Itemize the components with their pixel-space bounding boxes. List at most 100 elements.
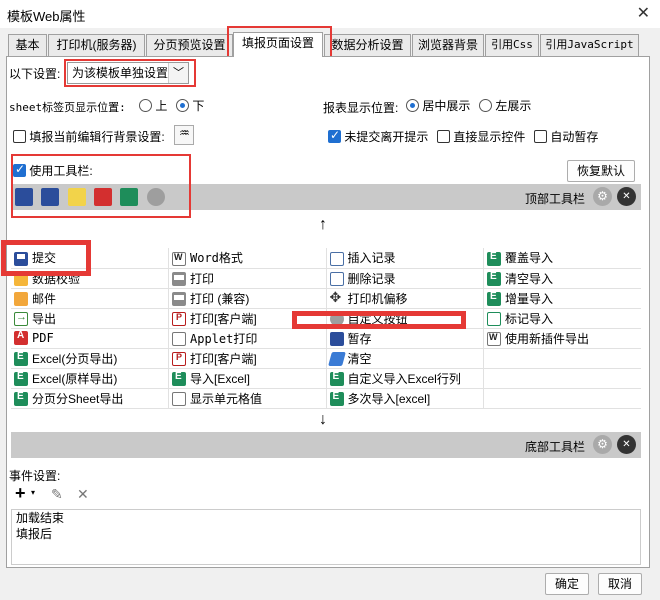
tab-printer-server[interactable]: 打印机(服务器): [48, 34, 145, 56]
tab-browser-bg[interactable]: 浏览器背景: [412, 34, 484, 56]
bottom-toolbar-gear-icon[interactable]: ⚙: [593, 435, 612, 454]
tab-basic[interactable]: 基本: [8, 34, 47, 56]
autosave-label: 自动暂存: [550, 130, 599, 144]
sheet-bottom-radio[interactable]: [176, 99, 189, 112]
move-down-icon[interactable]: ↓: [319, 411, 327, 429]
grid-cell[interactable]: Word格式: [168, 248, 327, 269]
grid-cell-label: 清空: [347, 351, 372, 366]
tab-ref-css[interactable]: 引用Css: [485, 34, 539, 56]
grid-cell-label: 打印[客户端]: [190, 311, 257, 326]
grid-cell[interactable]: 清空导入: [483, 268, 641, 289]
delete-event-icon[interactable]: ✕: [77, 486, 89, 503]
add-event-icon[interactable]: +: [15, 483, 26, 504]
grid-cell[interactable]: 显示单元格值: [168, 388, 327, 409]
edit-event-icon[interactable]: ✎: [51, 486, 63, 503]
grid-cell[interactable]: 邮件: [11, 288, 169, 309]
bottom-toolbar-band: 底部工具栏 ⚙ ✕: [11, 432, 641, 458]
close-icon[interactable]: ✕: [637, 3, 650, 23]
top-toolbar-gear-icon[interactable]: ⚙: [593, 187, 612, 206]
grid-cell[interactable]: 自定义导入Excel行列: [326, 368, 484, 389]
grid-cell[interactable]: 多次导入[excel]: [326, 388, 484, 409]
bottom-toolbar-remove-icon[interactable]: ✕: [617, 435, 636, 454]
direct-control-option[interactable]: 直接显示控件: [437, 128, 525, 145]
grid-cell[interactable]: 使用新插件导出: [483, 328, 641, 349]
grid-cell[interactable]: 打印机偏移: [326, 288, 484, 309]
move-up-icon[interactable]: ↑: [319, 216, 327, 234]
grid-cell[interactable]: 增量导入: [483, 288, 641, 309]
fill-bg-picker-icon[interactable]: ♒: [174, 125, 194, 145]
insert-icon: [329, 252, 344, 267]
grid-cell[interactable]: 打印[客户端]: [168, 348, 327, 369]
direct-control-checkbox[interactable]: [437, 130, 450, 143]
fill-bg-checkbox[interactable]: [13, 130, 26, 143]
excel-icon: [172, 371, 186, 387]
grid-cell[interactable]: PDF: [11, 328, 169, 349]
grid-cell-label: 清空导入: [505, 271, 554, 286]
tab-ref-js[interactable]: 引用JavaScript: [540, 34, 639, 56]
mark-icon: [487, 312, 501, 327]
highlight-toolbar: [11, 154, 191, 218]
highlight-submit: [1, 240, 91, 276]
table-row: 数据校验打印删除记录清空导入: [11, 268, 641, 289]
center-option[interactable]: 居中展示: [406, 97, 470, 114]
restore-default-button[interactable]: 恢复默认: [567, 160, 635, 182]
center-radio[interactable]: [406, 99, 419, 112]
grid-cell[interactable]: Excel(分页导出): [11, 348, 169, 369]
unsubmit-leave-option[interactable]: 未提交离开提示: [328, 128, 428, 145]
redprint-icon: [172, 312, 186, 327]
grid-cell[interactable]: Applet打印: [168, 328, 327, 349]
grid-cell[interactable]: 导出: [11, 308, 169, 329]
cancel-button[interactable]: 取消: [598, 573, 642, 595]
grid-cell[interactable]: 清空: [326, 348, 484, 369]
table-row: 邮件 打印 (兼容) 打印机偏移 增量导入: [11, 288, 641, 309]
excel-icon: [329, 391, 344, 407]
grid-cell-label: 导出: [32, 311, 57, 326]
highlight-custom-button: [292, 311, 466, 329]
grid-cell[interactable]: 插入记录: [326, 248, 484, 269]
grid-cell[interactable]: 分页分Sheet导出: [11, 388, 169, 409]
tab-page-preview[interactable]: 分页预览设置: [146, 34, 233, 56]
ok-button[interactable]: 确定: [545, 573, 589, 595]
grid-cell-label: 删除记录: [347, 271, 396, 286]
highlight-scope: [64, 59, 196, 87]
grid-cell-label: 打印[客户端]: [190, 351, 257, 366]
event-item[interactable]: 加载结束: [12, 510, 640, 526]
grid-cell[interactable]: 暂存: [326, 328, 484, 349]
excel-icon: [14, 371, 28, 387]
autosave-checkbox[interactable]: [534, 130, 547, 143]
grid-cell[interactable]: 标记导入: [483, 308, 641, 329]
sheet-bottom-option[interactable]: 下: [176, 97, 204, 114]
grid-cell-label: PDF: [32, 330, 54, 345]
tab-panel: 以下设置: 为该模板单独设置 ﹀ sheet标签页显示位置: 上 下 报表显示位…: [1, 56, 650, 568]
sheet-top-option[interactable]: 上: [139, 97, 167, 114]
left-radio[interactable]: [479, 99, 492, 112]
grid-cell[interactable]: Excel(原样导出): [11, 368, 169, 389]
print-icon: [172, 272, 186, 287]
fill-bg-option[interactable]: 填报当前编辑行背景设置:: [13, 128, 165, 145]
grid-cell-label: Excel(分页导出): [32, 351, 118, 366]
unsubmit-leave-checkbox[interactable]: [328, 128, 341, 143]
autosave-option[interactable]: 自动暂存: [534, 128, 598, 145]
grid-cell[interactable]: 导入[Excel]: [168, 368, 327, 389]
grid-cell[interactable]: 删除记录: [326, 268, 484, 289]
word-icon: [172, 252, 186, 267]
pdf-icon: [14, 330, 28, 346]
tab-fill-page-settings[interactable]: 填报页面设置: [233, 32, 323, 57]
events-label: 事件设置:: [9, 469, 61, 483]
grid-cell-label: 邮件: [32, 291, 57, 306]
bottom-toolbar-label: 底部工具栏: [524, 440, 585, 454]
sheet-top-radio[interactable]: [139, 99, 152, 112]
table-row: 提交Word格式插入记录覆盖导入: [11, 248, 641, 269]
top-toolbar-remove-icon[interactable]: ✕: [617, 187, 636, 206]
cell-icon: [172, 392, 186, 407]
grid-cell[interactable]: 打印 (兼容): [168, 288, 327, 309]
tab-data-analysis[interactable]: 数据分析设置: [324, 34, 411, 56]
sheet-bottom-label: 下: [192, 99, 205, 113]
grid-cell[interactable]: 覆盖导入: [483, 248, 641, 269]
grid-cell[interactable]: 打印: [168, 268, 327, 289]
grid-cell: [483, 348, 641, 369]
grid-cell-label: 暂存: [347, 331, 372, 346]
left-option[interactable]: 左展示: [479, 97, 531, 114]
add-event-dropdown-icon[interactable]: ▾: [31, 488, 35, 497]
event-item[interactable]: 填报后: [12, 526, 640, 542]
